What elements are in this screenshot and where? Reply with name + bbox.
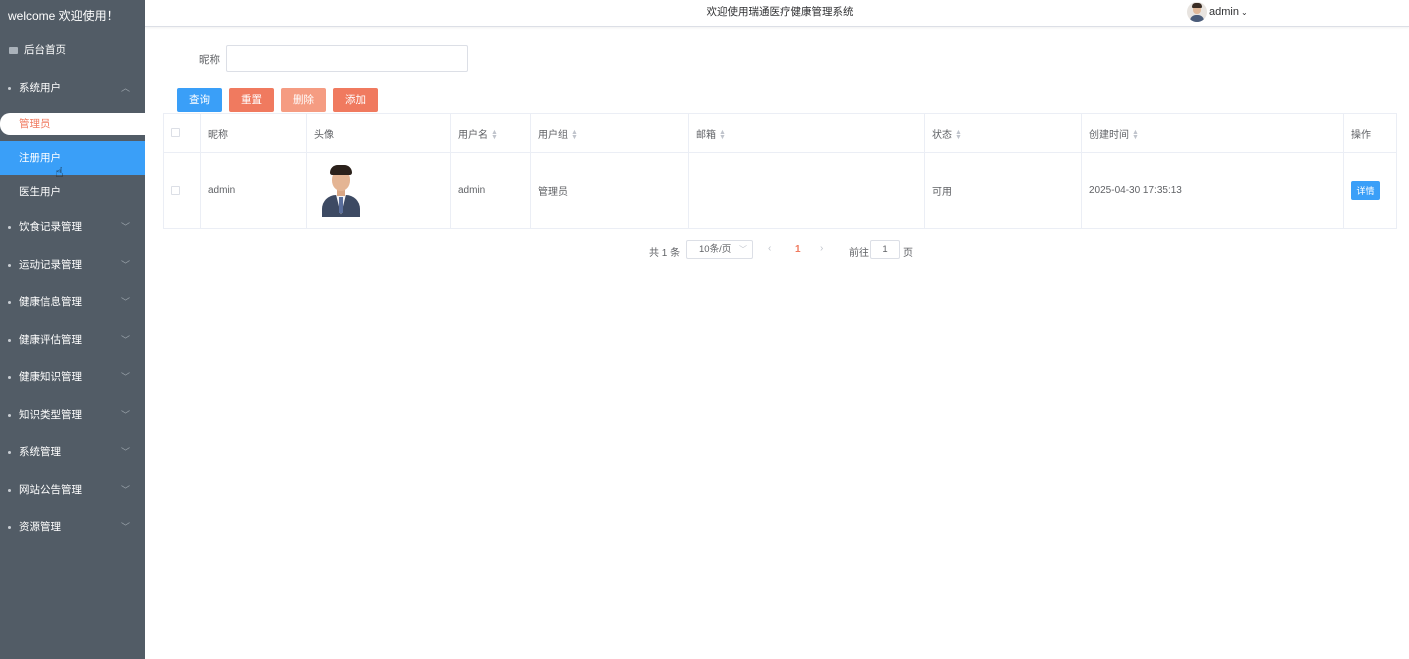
select-all-cell[interactable] (163, 113, 201, 153)
add-button[interactable]: 添加 (333, 88, 378, 112)
row-select-cell[interactable] (163, 152, 201, 229)
chevron-up-icon: ︿ (120, 82, 130, 93)
detail-button[interactable]: 详情 (1351, 181, 1380, 200)
column-header-nickname: 昵称 (200, 113, 307, 153)
chevron-down-icon: ﹀ (120, 447, 130, 457)
avatar (1187, 2, 1207, 22)
bullet-icon (8, 376, 11, 379)
sidebar-item-label: 系统管理 (19, 446, 61, 458)
delete-button[interactable]: 删除 (281, 88, 326, 112)
sidebar-item-label: 知识类型管理 (19, 408, 82, 421)
bullet-icon (8, 413, 11, 417)
sidebar-item-label: 网站公告管理 (19, 483, 82, 496)
sidebar-item-label: 运动记录管理 (19, 258, 82, 271)
page-unit-label: 页 (903, 248, 913, 259)
chevron-down-icon: ﹀ (120, 372, 130, 382)
sidebar-group-health-assessment[interactable]: 健康评估管理 ﹀ (0, 322, 145, 360)
page-size-select[interactable]: 10条/页 ﹀ (686, 240, 753, 259)
bullet-icon (8, 86, 11, 90)
pagination-total: 共 1 条 (649, 248, 681, 259)
sidebar-item-label: 饮食记录管理 (19, 221, 82, 233)
sidebar: welcome 欢迎使用！ 后台首页 系统用户 ︿ 管理员 注册用户 ☝ 医生用… (0, 0, 145, 659)
chevron-down-icon: ﹀ (120, 522, 130, 532)
column-header-actions: 操作 (1343, 113, 1397, 153)
sort-icon[interactable]: ▲ ▼ (719, 129, 726, 141)
sort-icon[interactable]: ▲ ▼ (955, 129, 962, 141)
cell-actions: 详情 (1343, 152, 1397, 229)
chevron-down-icon: ﹀ (120, 334, 130, 345)
bullet-icon (8, 301, 11, 304)
cell-email (688, 152, 925, 229)
cell-username: admin (450, 152, 531, 229)
sidebar-group-knowledge-type[interactable]: 知识类型管理 ﹀ (0, 397, 145, 435)
sidebar-item-admin[interactable]: 管理员 (0, 113, 145, 135)
page-number-current[interactable]: 1 (795, 244, 801, 255)
query-button[interactable]: 查询 (177, 88, 222, 112)
table-row: admin admin 管理员 可用 2025-04-30 17:35:13 详… (163, 152, 1397, 229)
sidebar-item-registered-users[interactable]: 注册用户 ☝ (0, 141, 145, 180)
bullet-icon (8, 451, 11, 454)
bullet-icon (8, 338, 11, 342)
table-header-row: 昵称 头像 用户名 ▲ ▼ 用户组 ▲ ▼ 邮箱 ▲ ▼ 状态 ▲ ▼ 创建时间 ▲ ▼ 操作 (163, 113, 1397, 153)
sidebar-group-system[interactable]: 系统管理 ﹀ (0, 434, 145, 472)
column-header-group[interactable]: 用户组 ▲ ▼ (530, 113, 689, 153)
sidebar-item-label: 资源管理 (19, 521, 61, 533)
user-menu[interactable]: admin ⌄ (1187, 1, 1248, 23)
bullet-icon (8, 488, 11, 492)
cell-created: 2025-04-30 17:35:13 (1081, 152, 1344, 229)
welcome-text: welcome 欢迎使用！ (8, 9, 119, 23)
sidebar-item-label: 健康知识管理 (19, 371, 82, 383)
sort-icon[interactable]: ▲ ▼ (1132, 129, 1139, 141)
sort-icon[interactable]: ▲ ▼ (491, 129, 498, 141)
column-header-created[interactable]: 创建时间 ▲ ▼ (1081, 113, 1344, 153)
cell-group: 管理员 (530, 152, 689, 229)
sidebar-group-system-users[interactable]: 系统用户 ︿ (0, 70, 145, 108)
sidebar-item-label: 健康评估管理 (19, 333, 82, 346)
avatar-photo (320, 162, 362, 219)
column-header-email[interactable]: 邮箱 ▲ ▼ (688, 113, 925, 153)
cell-nickname: admin (200, 152, 307, 229)
chevron-down-icon: ﹀ (120, 409, 130, 420)
sidebar-item-home[interactable]: 后台首页 (0, 32, 145, 70)
page-jump-input[interactable] (870, 240, 900, 259)
next-page-icon[interactable]: › (820, 243, 823, 254)
reset-button[interactable]: 重置 (229, 88, 274, 112)
sidebar-item-label: 后台首页 (24, 44, 66, 56)
sort-icon[interactable]: ▲ ▼ (571, 129, 578, 141)
top-bar: 欢迎使用瑞通医疗健康管理系统 admin ⌄ (145, 0, 1409, 27)
prev-page-icon[interactable]: ‹ (768, 243, 771, 254)
bullet-icon (8, 263, 11, 267)
sidebar-item-doctor-users[interactable]: 医生用户 (0, 175, 145, 209)
sidebar-group-announcement[interactable]: 网站公告管理 ﹀ (0, 472, 145, 510)
sidebar-item-label: 系统用户 (19, 81, 61, 94)
bullet-icon (8, 526, 11, 529)
username-label: admin (1209, 6, 1239, 18)
column-header-status[interactable]: 状态 ▲ ▼ (924, 113, 1082, 153)
column-header-username[interactable]: 用户名 ▲ ▼ (450, 113, 531, 153)
goto-label: 前往 (849, 248, 869, 259)
pagination: 共 1 条 10条/页 ﹀ ‹ 1 › 前往 页 (0, 240, 1409, 260)
monitor-icon (9, 47, 18, 54)
nickname-input[interactable] (226, 45, 468, 72)
select-all-checkbox[interactable] (171, 128, 180, 138)
users-table: 昵称 头像 用户名 ▲ ▼ 用户组 ▲ ▼ 邮箱 ▲ ▼ 状态 ▲ ▼ 创建时间 ▲ ▼ 操作 ad… (163, 113, 1397, 229)
sidebar-group-health-knowledge[interactable]: 健康知识管理 ﹀ (0, 359, 145, 397)
bullet-icon (8, 226, 11, 229)
cell-status: 可用 (924, 152, 1082, 229)
sidebar-group-health-info[interactable]: 健康信息管理 ﹀ (0, 284, 145, 322)
nickname-label: 昵称 (199, 54, 220, 66)
sidebar-group-resources[interactable]: 资源管理 ﹀ (0, 509, 145, 547)
chevron-down-icon: ﹀ (120, 297, 130, 307)
cell-avatar (306, 152, 451, 229)
chevron-down-icon: ﹀ (120, 484, 130, 495)
chevron-down-icon: ⌄ (1240, 7, 1248, 17)
sidebar-item-label: 健康信息管理 (19, 296, 82, 308)
chevron-down-icon: ﹀ (739, 245, 747, 254)
row-checkbox[interactable] (171, 185, 180, 195)
column-header-avatar: 头像 (306, 113, 451, 153)
